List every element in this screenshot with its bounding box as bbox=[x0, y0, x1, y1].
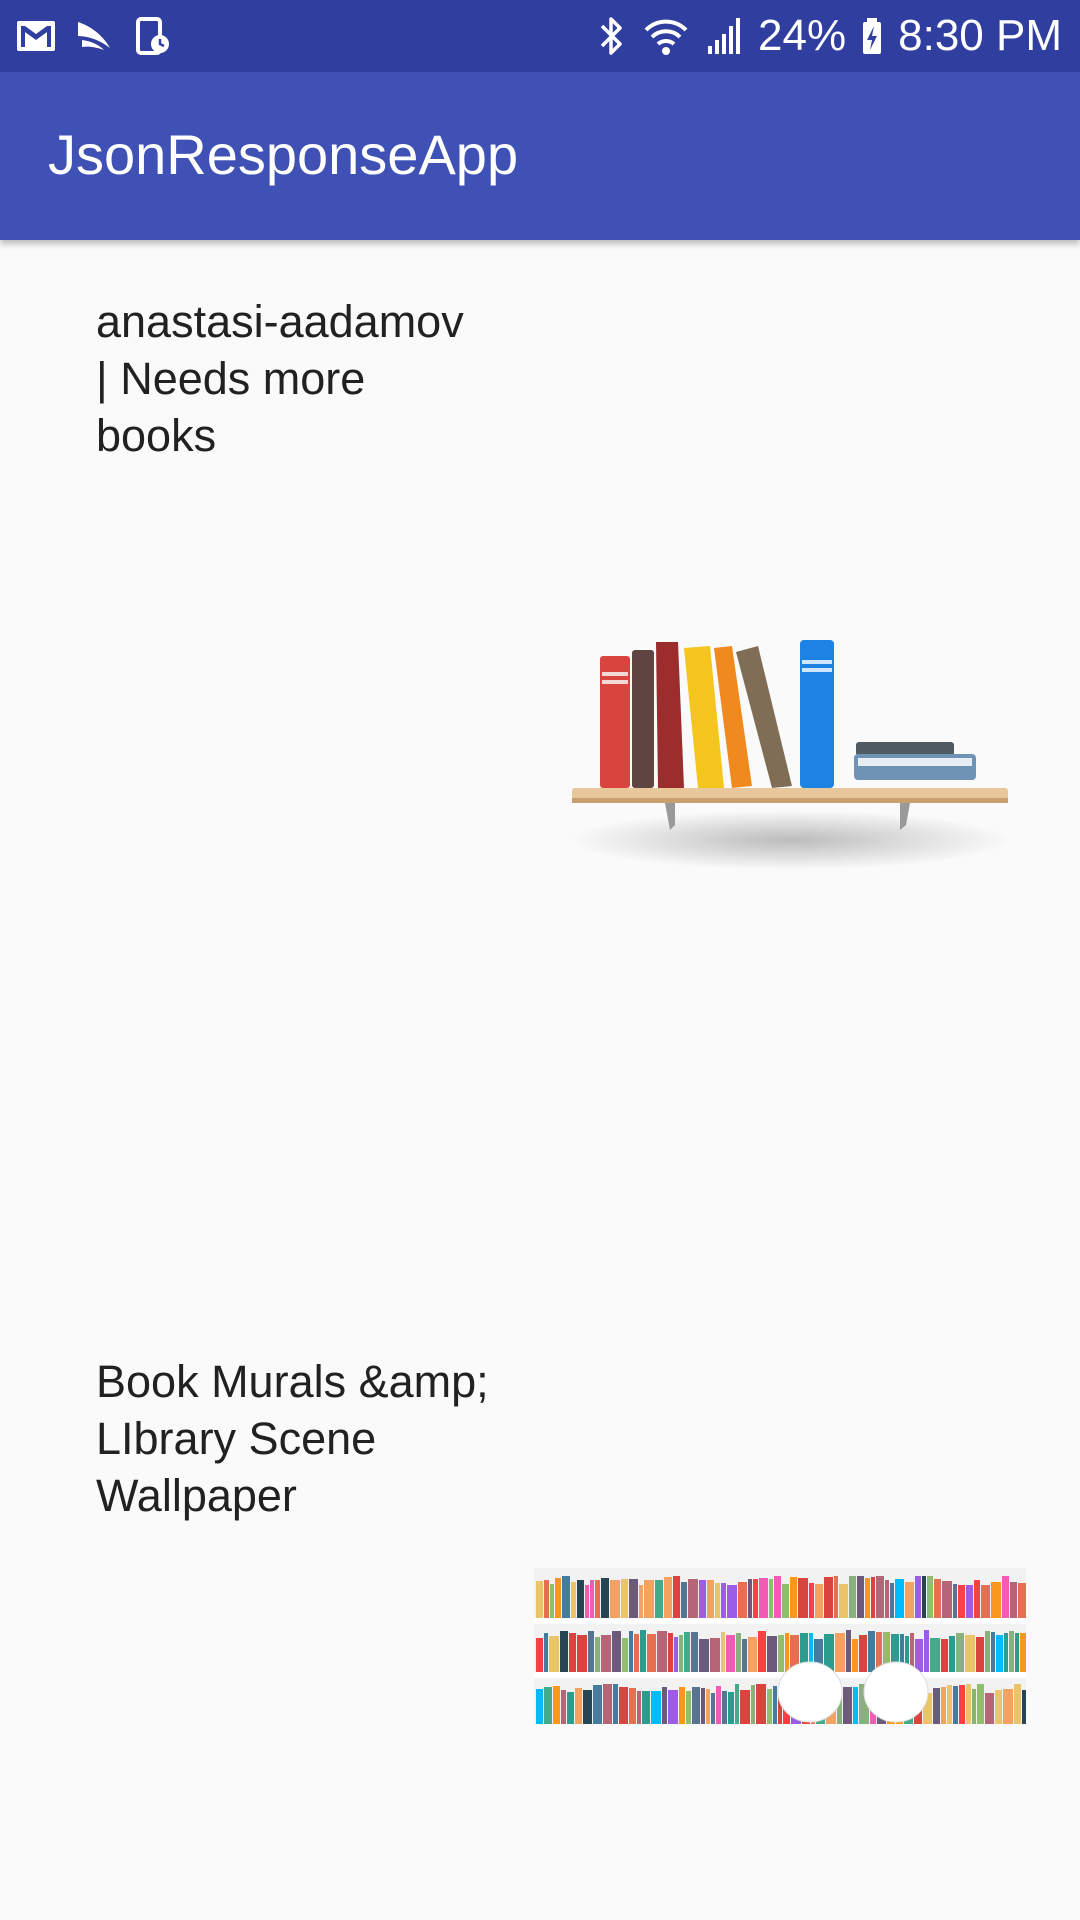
system-status: 24% 8:30 PM bbox=[594, 0, 1062, 72]
signal-icon bbox=[708, 18, 741, 54]
battery-charging-icon bbox=[863, 18, 882, 54]
app-title: JsonResponseApp bbox=[48, 123, 519, 186]
battery-percent: 24% bbox=[758, 11, 847, 60]
gmail-icon bbox=[17, 21, 55, 51]
library-wall-image bbox=[534, 1568, 1026, 1724]
item-title: anastasi-aadamov | Needs more books bbox=[96, 296, 464, 461]
bluetooth-icon bbox=[600, 17, 622, 55]
bookshelf-image bbox=[570, 640, 1010, 870]
item-title: Book Murals &amp; LIbrary Scene Wallpape… bbox=[96, 1356, 489, 1521]
device-schedule-icon bbox=[136, 17, 169, 55]
sprint-icon bbox=[78, 22, 110, 50]
app-bar: JsonResponseApp bbox=[0, 72, 1080, 240]
notification-icons bbox=[14, 14, 174, 58]
status-bar: 24% 8:30 PM bbox=[0, 0, 1080, 72]
clock: 8:30 PM bbox=[898, 11, 1062, 60]
wifi-icon bbox=[644, 19, 688, 55]
